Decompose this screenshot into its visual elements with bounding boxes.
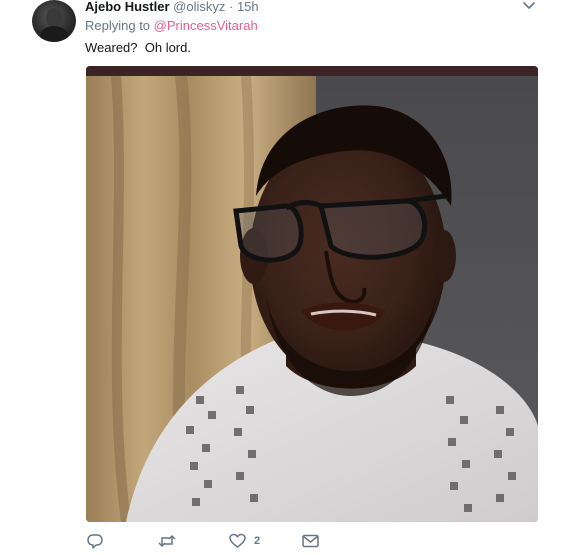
avatar[interactable] — [32, 0, 76, 42]
heart-icon — [229, 533, 246, 549]
like-action[interactable]: 2 — [229, 531, 260, 551]
timestamp[interactable]: 15h — [237, 0, 259, 14]
reply-mention-link[interactable]: @PrincessVitarah — [154, 18, 258, 33]
avatar-body — [40, 26, 68, 42]
tweet-header: Ajebo Hustler @oliskyz · 15h — [85, 0, 259, 16]
tweet-text: Weared? Oh lord. — [85, 40, 191, 55]
tweet-photo[interactable] — [86, 66, 538, 522]
message-action[interactable] — [302, 531, 327, 551]
retweet-action[interactable] — [158, 531, 184, 551]
reply-icon — [87, 533, 103, 549]
envelope-icon — [302, 534, 319, 548]
reply-action[interactable] — [87, 531, 111, 551]
avatar-face — [46, 8, 62, 28]
separator-dot: · — [228, 0, 234, 14]
replying-to: Replying to @PrincessVitarah — [85, 18, 258, 33]
replying-prefix: Replying to — [85, 18, 151, 33]
retweet-icon — [158, 533, 176, 549]
like-count: 2 — [254, 535, 261, 547]
chevron-down-icon[interactable] — [520, 0, 538, 14]
tweet: Ajebo Hustler @oliskyz · 15h Replying to… — [0, 0, 570, 555]
tweet-actions: 2 — [85, 531, 445, 551]
user-handle[interactable]: @oliskyz — [173, 0, 225, 14]
display-name[interactable]: Ajebo Hustler — [85, 0, 170, 14]
